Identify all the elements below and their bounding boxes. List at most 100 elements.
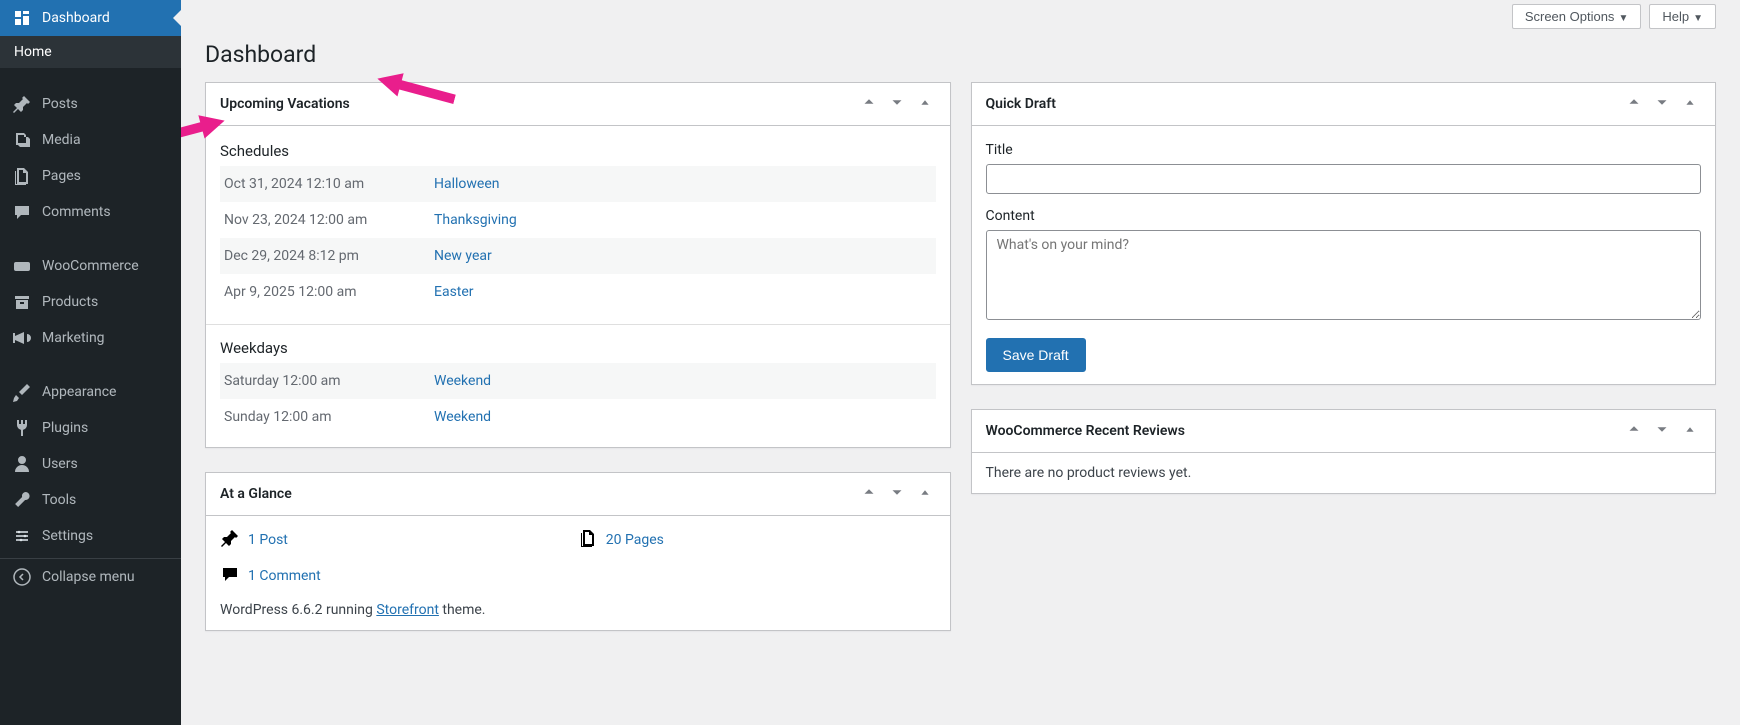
schedule-date: Apr 9, 2025 12:00 am xyxy=(220,274,430,310)
table-row: Sunday 12:00 amWeekend xyxy=(220,399,936,435)
sidebar-item-users[interactable]: Users xyxy=(0,446,181,482)
help-button[interactable]: Help ▼ xyxy=(1649,4,1716,29)
table-row: Dec 29, 2024 8:12 pmNew year xyxy=(220,238,936,274)
settings-icon xyxy=(12,526,32,546)
caret-down-icon: ▼ xyxy=(1618,13,1628,24)
toggle-box-icon[interactable] xyxy=(1679,93,1701,115)
schedule-date: Nov 23, 2024 12:00 am xyxy=(220,202,430,238)
dashboard-icon xyxy=(12,8,32,28)
sidebar-item-products[interactable]: Products xyxy=(0,284,181,320)
sidebar-subitem-label: Home xyxy=(14,44,52,60)
schedules-heading: Schedules xyxy=(220,142,936,160)
main-content: Screen Options▼ Help▼ Dashboard Upcoming… xyxy=(181,0,1740,725)
sidebar-item-label: Tools xyxy=(42,492,76,508)
move-up-icon[interactable] xyxy=(1623,93,1645,115)
woo-icon xyxy=(12,256,32,276)
brush-icon xyxy=(12,382,32,402)
sidebar-item-media[interactable]: Media xyxy=(0,122,181,158)
draft-title-input[interactable] xyxy=(986,164,1702,194)
upcoming-vacations-box: Upcoming Vacations Schedules Oct 31, 202… xyxy=(205,82,951,448)
user-icon xyxy=(12,454,32,474)
schedule-link[interactable]: New year xyxy=(434,248,492,264)
plug-icon xyxy=(12,418,32,438)
title-label: Title xyxy=(986,142,1702,158)
recent-reviews-box: WooCommerce Recent Reviews There are no … xyxy=(971,409,1717,494)
table-row: Saturday 12:00 amWeekend xyxy=(220,363,936,399)
empty-reviews-text: There are no product reviews yet. xyxy=(986,465,1192,481)
footer-text-post: theme. xyxy=(439,602,486,618)
sidebar-item-settings[interactable]: Settings xyxy=(0,518,181,554)
content-label: Content xyxy=(986,208,1702,224)
toggle-box-icon[interactable] xyxy=(1679,420,1701,442)
schedule-link[interactable]: Thanksgiving xyxy=(434,212,517,228)
top-toolbar: Screen Options▼ Help▼ xyxy=(205,0,1716,29)
pages-icon xyxy=(578,528,598,552)
quick-draft-box: Quick Draft Title Content Save Draft xyxy=(971,82,1717,385)
comment-icon xyxy=(12,202,32,222)
sidebar-item-label: Comments xyxy=(42,204,111,220)
move-up-icon[interactable] xyxy=(858,483,880,505)
weekdays-heading: Weekdays xyxy=(220,339,936,357)
recent-reviews-title: WooCommerce Recent Reviews xyxy=(986,423,1185,439)
comments-count-link[interactable]: 1 Comment xyxy=(248,568,321,584)
sidebar-item-woocommerce[interactable]: WooCommerce xyxy=(0,248,181,284)
weekday-link[interactable]: Weekend xyxy=(434,409,491,425)
sidebar-item-label: Settings xyxy=(42,528,93,544)
help-label: Help xyxy=(1662,9,1689,24)
sidebar-item-marketing[interactable]: Marketing xyxy=(0,320,181,356)
schedule-date: Oct 31, 2024 12:10 am xyxy=(220,166,430,202)
comment-icon xyxy=(220,564,240,588)
at-a-glance-title: At a Glance xyxy=(220,486,292,502)
sidebar-item-posts[interactable]: Posts xyxy=(0,86,181,122)
sidebar-item-label: Products xyxy=(42,294,98,310)
table-row: Apr 9, 2025 12:00 amEaster xyxy=(220,274,936,310)
at-a-glance-box: At a Glance 1 Post xyxy=(205,472,951,631)
media-icon xyxy=(12,130,32,150)
screen-options-button[interactable]: Screen Options▼ xyxy=(1512,4,1642,29)
move-down-icon[interactable] xyxy=(1651,420,1673,442)
megaphone-icon xyxy=(12,328,32,348)
page-title: Dashboard xyxy=(205,29,1716,82)
sidebar-item-dashboard[interactable]: Dashboard xyxy=(0,0,181,36)
theme-link[interactable]: Storefront xyxy=(376,602,439,618)
wrench-icon xyxy=(12,490,32,510)
glance-footer: WordPress 6.6.2 running Storefront theme… xyxy=(220,602,936,618)
weekday-date: Sunday 12:00 am xyxy=(220,399,430,435)
toggle-box-icon[interactable] xyxy=(914,483,936,505)
sidebar-item-appearance[interactable]: Appearance xyxy=(0,374,181,410)
save-draft-button[interactable]: Save Draft xyxy=(986,338,1086,372)
draft-content-textarea[interactable] xyxy=(986,230,1702,320)
table-row: Oct 31, 2024 12:10 amHalloween xyxy=(220,166,936,202)
caret-down-icon: ▼ xyxy=(1693,13,1703,24)
posts-count-link[interactable]: 1 Post xyxy=(248,532,288,548)
sidebar-item-comments[interactable]: Comments xyxy=(0,194,181,230)
sidebar-item-label: Media xyxy=(42,132,81,148)
sidebar-item-tools[interactable]: Tools xyxy=(0,482,181,518)
sidebar-item-label: Dashboard xyxy=(42,10,110,26)
admin-sidebar: Dashboard Home Posts Media Pages Comment… xyxy=(0,0,181,725)
sidebar-item-plugins[interactable]: Plugins xyxy=(0,410,181,446)
sidebar-item-label: Users xyxy=(42,456,78,472)
sidebar-item-pages[interactable]: Pages xyxy=(0,158,181,194)
pages-count-link[interactable]: 20 Pages xyxy=(606,532,664,548)
upcoming-vacations-title: Upcoming Vacations xyxy=(220,96,350,112)
move-down-icon[interactable] xyxy=(1651,93,1673,115)
weekday-link[interactable]: Weekend xyxy=(434,373,491,389)
schedule-link[interactable]: Halloween xyxy=(434,176,500,192)
move-up-icon[interactable] xyxy=(1623,420,1645,442)
pages-icon xyxy=(12,166,32,186)
toggle-box-icon[interactable] xyxy=(914,93,936,115)
weekday-date: Saturday 12:00 am xyxy=(220,363,430,399)
move-down-icon[interactable] xyxy=(886,93,908,115)
screen-options-label: Screen Options xyxy=(1525,9,1615,24)
pin-icon xyxy=(220,528,240,552)
weekdays-table: Saturday 12:00 amWeekend Sunday 12:00 am… xyxy=(220,363,936,435)
quick-draft-title: Quick Draft xyxy=(986,96,1056,112)
move-down-icon[interactable] xyxy=(886,483,908,505)
archive-icon xyxy=(12,292,32,312)
move-up-icon[interactable] xyxy=(858,93,880,115)
sidebar-subitem-home[interactable]: Home xyxy=(0,36,181,68)
schedule-link[interactable]: Easter xyxy=(434,284,474,300)
sidebar-item-label: Plugins xyxy=(42,420,88,436)
collapse-menu-button[interactable]: Collapse menu xyxy=(0,558,181,595)
